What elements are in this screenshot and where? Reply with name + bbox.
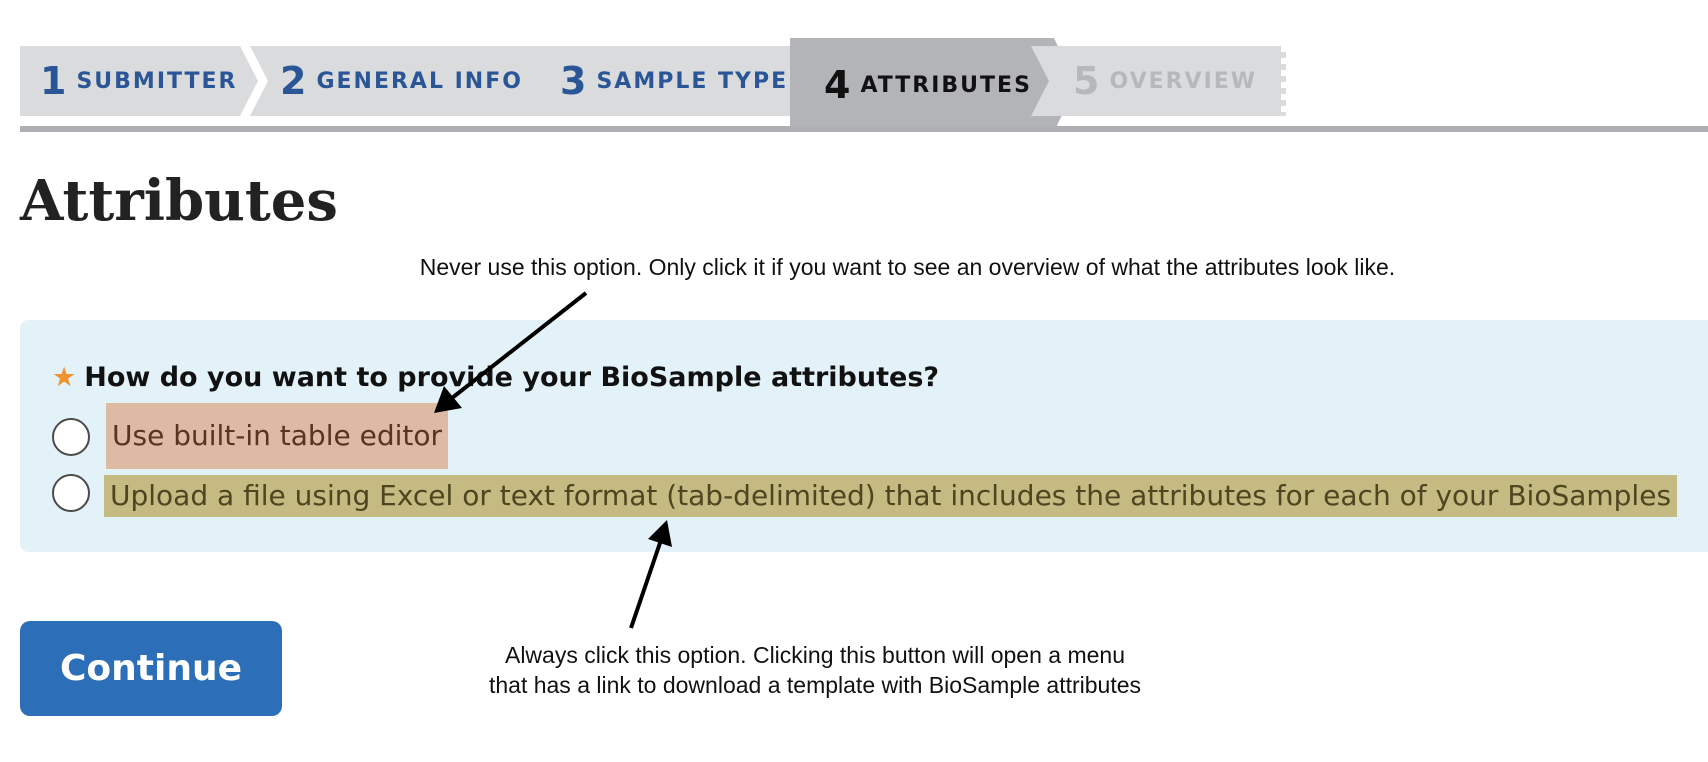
steps-fade xyxy=(1268,46,1286,116)
radio-upload-file[interactable] xyxy=(52,474,90,512)
continue-button[interactable]: Continue xyxy=(20,621,282,716)
step-label: ATTRIBUTES xyxy=(860,72,1032,98)
annotation-bottom: Always click this option. Clicking this … xyxy=(440,640,1190,700)
radio-table-editor[interactable] xyxy=(52,418,90,456)
step-submitter[interactable]: 1 SUBMITTER xyxy=(20,46,258,116)
required-star-icon: ★ xyxy=(52,362,77,393)
step-label: OVERVIEW xyxy=(1109,68,1258,94)
page-title: Attributes xyxy=(20,168,338,234)
step-label: GENERAL INFO xyxy=(316,68,523,94)
step-label: SAMPLE TYPE xyxy=(596,68,789,94)
step-number: 1 xyxy=(40,59,67,103)
question-heading: ★ How do you want to provide your BioSamp… xyxy=(52,362,939,393)
step-number: 5 xyxy=(1073,59,1100,103)
step-number: 2 xyxy=(280,59,307,103)
step-label: SUBMITTER xyxy=(76,68,238,94)
option-table-editor-label[interactable]: Use built-in table editor xyxy=(106,403,449,469)
annotation-top: Never use this option. Only click it if … xyxy=(419,254,1396,280)
wizard-steps: 1 SUBMITTER 2 GENERAL INFO 3 SAMPLE TYPE… xyxy=(20,38,1708,132)
step-number: 4 xyxy=(824,63,851,107)
annotation-bottom-line1: Always click this option. Clicking this … xyxy=(504,642,1125,668)
steps-divider xyxy=(20,126,1708,132)
option-upload-file-label[interactable]: Upload a file using Excel or text format… xyxy=(104,475,1678,517)
annotation-bottom-line2: that has a link to download a template w… xyxy=(488,672,1142,698)
step-general-info[interactable]: 2 GENERAL INFO xyxy=(250,46,556,116)
step-sample-type[interactable]: 3 SAMPLE TYPE xyxy=(530,46,822,116)
step-number: 3 xyxy=(560,59,587,103)
question-text: How do you want to provide your BioSampl… xyxy=(84,362,940,393)
step-overview: 5 OVERVIEW xyxy=(1031,46,1281,116)
step-attributes: 4 ATTRIBUTES xyxy=(790,38,1076,132)
